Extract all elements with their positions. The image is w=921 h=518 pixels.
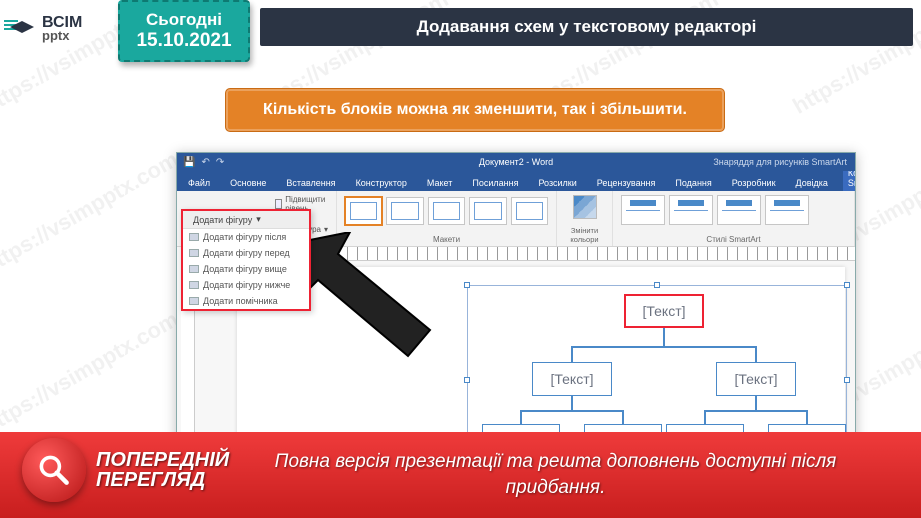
connector	[755, 396, 757, 410]
layout-thumb-2[interactable]	[386, 197, 423, 225]
promote-icon	[275, 199, 282, 209]
style-thumb-2[interactable]	[669, 195, 713, 225]
word-document-title: Документ2 - Word	[479, 157, 553, 167]
connector	[622, 410, 624, 424]
add-shape-dropdown[interactable]: Додати фігуру ▾ Додати фігуру після Дода…	[181, 209, 311, 311]
resize-handle[interactable]	[464, 377, 470, 383]
add-shape-below[interactable]: Додати фігуру нижче	[183, 277, 309, 293]
connector	[571, 346, 573, 362]
date-today-label: Сьогодні	[146, 10, 222, 30]
save-icon[interactable]: 💾	[183, 157, 195, 168]
connector	[571, 346, 757, 348]
quick-access-toolbar: 💾 ↶ ↷	[183, 157, 224, 168]
shape-icon	[189, 297, 199, 305]
connector	[663, 328, 665, 346]
tab-help[interactable]: Довідка	[791, 175, 833, 191]
shape-icon	[189, 233, 199, 241]
slide-title: Додавання схем у текстовому редакторі	[417, 17, 757, 37]
add-shape-before[interactable]: Додати фігуру перед	[183, 245, 309, 261]
connector	[704, 410, 808, 412]
undo-icon[interactable]: ↶	[201, 157, 209, 168]
org-node-l2a[interactable]: [Текст]	[532, 362, 612, 396]
shape-icon	[189, 265, 199, 273]
add-shape-dropdown-header[interactable]: Додати фігуру ▾	[183, 211, 309, 229]
logo-line2: pptx	[42, 30, 82, 42]
callout-text: Кількість блоків можна як зменшити, так …	[263, 101, 687, 118]
slide-title-bar: Додавання схем у текстовому редакторі	[260, 8, 913, 46]
ribbon: Додати фігуру ▾ Додати фігуру після Дода…	[177, 191, 855, 247]
magnifier-circle	[22, 438, 86, 502]
watermark-text: https://vsimpptx.com	[0, 306, 183, 439]
callout-orange: Кількість блоків можна як зменшити, так …	[225, 88, 725, 132]
change-colors-label: Змінити кольори	[565, 226, 604, 244]
page: [Текст] [Текст] [Текст]	[237, 267, 845, 451]
org-node-top[interactable]: [Текст]	[624, 294, 704, 328]
add-shape-above[interactable]: Додати фігуру вище	[183, 261, 309, 277]
ribbon-group-layouts: Макети	[337, 191, 557, 246]
tab-references[interactable]: Посилання	[467, 175, 523, 191]
add-assistant[interactable]: Додати помічника	[183, 293, 309, 309]
tab-mailings[interactable]: Розсилки	[533, 175, 581, 191]
preview-label-line1: ПОПЕРЕДНІЙ	[96, 450, 229, 470]
date-badge: Сьогодні 15.10.2021	[118, 0, 250, 62]
tab-developer[interactable]: Розробник	[727, 175, 781, 191]
connector	[704, 410, 706, 424]
group-layouts-label: Макети	[345, 235, 548, 244]
resize-handle[interactable]	[844, 282, 850, 288]
ribbon-tabs: Файл Основне Вставлення Конструктор Маке…	[177, 171, 855, 191]
tab-view[interactable]: Подання	[670, 175, 716, 191]
banner-message: Повна версія презентації та решта доповн…	[230, 449, 881, 500]
word-titlebar: 💾 ↶ ↷ Документ2 - Word Знаряддя для рису…	[177, 153, 855, 171]
ribbon-group-colors: Змінити кольори	[557, 191, 613, 246]
graduation-cap-icon	[8, 19, 36, 39]
preview-label: ПОПЕРЕДНІЙ ПЕРЕГЛЯД	[96, 450, 229, 490]
connector	[755, 346, 757, 362]
watermark-text: https://vsimpptx.com	[0, 146, 183, 279]
connector	[571, 396, 573, 410]
word-screenshot: 💾 ↶ ↷ Документ2 - Word Знаряддя для рису…	[176, 152, 856, 462]
change-colors-button[interactable]	[573, 195, 597, 219]
connector	[520, 410, 522, 424]
shape-icon	[189, 249, 199, 257]
resize-handle[interactable]	[844, 377, 850, 383]
tab-review[interactable]: Рецензування	[592, 175, 661, 191]
word-context-title: Знаряддя для рисунків SmartArt	[713, 157, 847, 167]
layout-thumb-5[interactable]	[511, 197, 548, 225]
resize-handle[interactable]	[464, 282, 470, 288]
ribbon-group-styles: Стилі SmartArt	[613, 191, 855, 246]
tab-layout[interactable]: Макет	[422, 175, 457, 191]
style-thumb-1[interactable]	[621, 195, 665, 225]
tab-design[interactable]: Конструктор	[351, 175, 412, 191]
style-thumb-4[interactable]	[765, 195, 809, 225]
connector	[520, 410, 624, 412]
logo-text: ВСІМ pptx	[42, 16, 82, 42]
org-node-l2b[interactable]: [Текст]	[716, 362, 796, 396]
preview-label-line2: ПЕРЕГЛЯД	[96, 470, 229, 490]
shape-icon	[189, 281, 199, 289]
brand-logo: ВСІМ pptx	[8, 16, 82, 42]
style-thumb-3[interactable]	[717, 195, 761, 225]
resize-handle[interactable]	[654, 282, 660, 288]
add-shape-after[interactable]: Додати фігуру після	[183, 229, 309, 245]
tab-insert[interactable]: Вставлення	[281, 175, 340, 191]
redo-icon[interactable]: ↷	[216, 157, 224, 168]
layout-thumb-3[interactable]	[428, 197, 465, 225]
group-styles-label: Стилі SmartArt	[621, 235, 846, 244]
date-value: 15.10.2021	[136, 30, 231, 52]
magnifier-icon	[36, 452, 72, 488]
connector	[806, 410, 808, 424]
preview-badge: ПОПЕРЕДНІЙ ПЕРЕГЛЯД	[22, 438, 229, 502]
tab-home[interactable]: Основне	[225, 175, 271, 191]
tab-file[interactable]: Файл	[183, 175, 215, 191]
layout-thumb-4[interactable]	[469, 197, 506, 225]
layout-thumb-1[interactable]	[345, 197, 382, 225]
